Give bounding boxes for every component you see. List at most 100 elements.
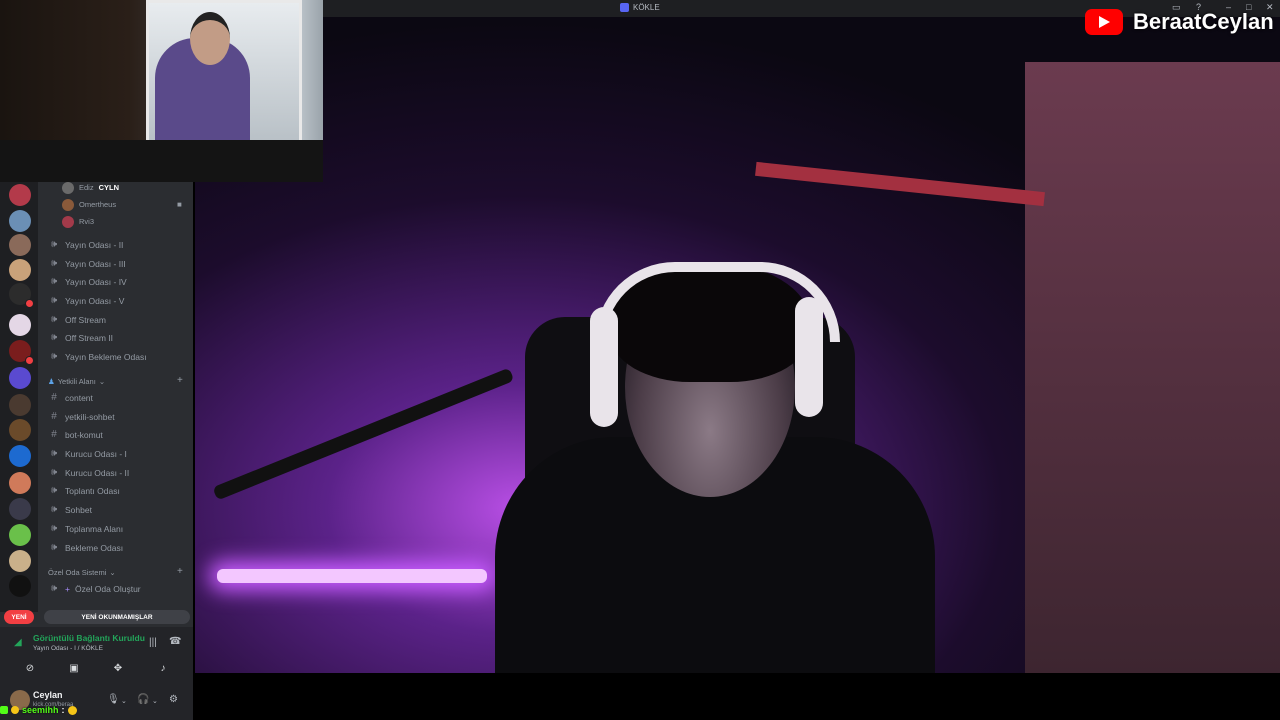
channel-name: BeraatCeylan — [1133, 9, 1274, 34]
chat-message: seemihh : — [0, 705, 77, 715]
unread-button[interactable]: YENİ OKUNMAMIŞLAR — [44, 610, 190, 624]
voice-channel[interactable]: 🕪 Toplantı Odası — [48, 482, 120, 499]
server-icon[interactable] — [9, 550, 31, 572]
server-icon[interactable] — [9, 234, 31, 256]
soundboard-button[interactable]: ♪ — [145, 657, 181, 679]
camera-off-icon: ⊘ — [25, 662, 35, 674]
channel-label: Yayın Odası - II — [65, 239, 124, 250]
webcam-person-head — [190, 12, 230, 65]
voice-channel[interactable]: 🕪 Yayın Bekleme Odası — [48, 348, 147, 365]
voice-channel[interactable]: 🕪 + Özel Oda Oluştur — [48, 580, 141, 597]
server-icon[interactable] — [9, 575, 31, 597]
server-icon[interactable] — [9, 524, 31, 546]
video-camera-icon: ■ — [177, 200, 182, 209]
voice-channel[interactable]: 🕪 Yayın Odası - III — [48, 255, 126, 272]
sub-badge-icon — [11, 706, 19, 714]
channel-label: Toplanma Alanı — [65, 523, 124, 534]
chat-username: seemihh — [22, 705, 59, 715]
member-name: Ediz — [79, 183, 94, 192]
server-icon[interactable] — [9, 259, 31, 281]
server-logo-icon — [620, 3, 629, 12]
youtube-channel-badge: BeraatCeylan — [1085, 9, 1274, 35]
notification-badge — [25, 299, 34, 308]
channel-label: Yayın Odası - III — [65, 258, 126, 269]
category-header[interactable]: ♟ Yetkili Alanı ⌄ — [48, 377, 105, 386]
voice-channel[interactable]: 🕪 Bekleme Odası — [48, 539, 123, 556]
speaker-icon: 🕪 — [50, 485, 58, 496]
chevron-down-icon: ⌄ — [109, 568, 116, 577]
server-icon[interactable] — [9, 394, 31, 416]
channel-label: content — [65, 392, 93, 403]
chevron-down-icon[interactable]: ⌄ — [121, 697, 127, 705]
settings-icon[interactable]: ⚙ — [169, 694, 178, 705]
speaker-icon: 🕪 — [50, 583, 58, 594]
voice-channel[interactable]: 🕪 Kurucu Odası - I — [48, 445, 127, 462]
noise-suppression-icon[interactable]: ||| — [149, 637, 157, 648]
notification-badge — [25, 356, 34, 365]
add-channel-icon[interactable]: + — [177, 375, 183, 386]
led-light — [217, 569, 487, 583]
background-shelf — [755, 161, 1045, 207]
speaker-icon: 🕪 — [50, 542, 58, 553]
channel-label: Yayın Odası - IV — [65, 276, 127, 287]
avatar — [62, 181, 74, 194]
voice-channel[interactable]: 🕪 Off Stream II — [48, 329, 113, 346]
voice-member[interactable]: Rvi3 — [62, 214, 94, 229]
channel-label: Kurucu Odası - I — [65, 448, 127, 459]
server-icon[interactable] — [9, 498, 31, 520]
channel-label: Kurucu Odası - II — [65, 467, 130, 478]
webcam-overlay — [0, 0, 323, 182]
headphones-icon[interactable]: 🎧 — [137, 694, 149, 705]
text-channel[interactable]: # bot-komut — [48, 426, 103, 443]
voice-member[interactable]: Ediz CYLN — [62, 180, 119, 195]
speaker-icon: 🕪 — [50, 351, 58, 362]
member-name: Omertheus — [79, 200, 117, 209]
chevron-down-icon[interactable]: ⌄ — [152, 697, 158, 705]
microphone-icon[interactable]: 🎙 — [107, 694, 120, 705]
camera-off-button[interactable]: ⊘ — [12, 657, 48, 679]
plus-icon: + — [65, 583, 70, 594]
voice-channel[interactable]: 🕪 Yayın Odası - IV — [48, 273, 127, 290]
hashtag-icon: # — [51, 411, 57, 422]
server-icon[interactable] — [9, 314, 31, 336]
window-title: KÖKLE — [620, 3, 660, 12]
voice-channel[interactable]: 🕪 Toplanma Alanı — [48, 520, 123, 537]
server-icon[interactable] — [9, 184, 31, 206]
category-label: Özel Oda Sistemi — [48, 568, 107, 577]
screen-share-button[interactable]: ▣ — [56, 657, 92, 679]
voice-connection-panel: ◢ Görüntülü Bağlantı Kuruldu Yayın Odası… — [0, 627, 193, 685]
voice-member[interactable]: Omertheus — [62, 197, 116, 212]
emoji-icon — [67, 705, 77, 715]
voice-channel[interactable]: 🕪 Kurucu Odası - II — [48, 464, 129, 481]
activities-icon: ✥ — [113, 662, 123, 674]
speaker-icon: 🕪 — [50, 448, 58, 459]
new-badge[interactable]: YENİ — [4, 610, 34, 624]
disconnect-icon[interactable]: ☎ — [169, 636, 181, 647]
background-wall — [1025, 62, 1280, 673]
voice-channel[interactable]: 🕪 Sohbet — [48, 501, 92, 518]
voice-location: Yayın Odası - I / KÖKLE — [33, 645, 103, 652]
server-icon[interactable] — [9, 367, 31, 389]
activities-button[interactable]: ✥ — [100, 657, 136, 679]
speaker-icon: 🕪 — [50, 523, 58, 534]
server-icon[interactable] — [9, 419, 31, 441]
discord-sidebar: Ediz CYLN Omertheus ■ Rvi3 🕪 Yayın Odası … — [0, 180, 193, 720]
voice-channel[interactable]: 🕪 Yayın Odası - II — [48, 236, 124, 253]
text-channel[interactable]: # yetkili-sohbet — [48, 408, 114, 425]
signal-icon[interactable]: ◢ — [14, 637, 22, 648]
category-label: Yetkili Alanı — [57, 377, 96, 386]
voice-channel[interactable]: 🕪 Off Stream — [48, 311, 106, 328]
server-icon[interactable] — [9, 445, 31, 467]
voice-status: Görüntülü Bağlantı Kuruldu — [33, 633, 145, 643]
server-icon[interactable] — [9, 472, 31, 494]
channel-label: Yayın Odası - V — [65, 295, 125, 306]
voice-channel[interactable]: 🕪 Yayın Odası - V — [48, 292, 125, 309]
youtube-icon — [1085, 9, 1123, 35]
speaker-icon: 🕪 — [50, 295, 58, 306]
speaker-icon: 🕪 — [50, 239, 58, 250]
text-channel[interactable]: # content — [48, 389, 93, 406]
category-header[interactable]: Özel Oda Sistemi ⌄ — [48, 568, 116, 577]
server-icon[interactable] — [9, 210, 31, 232]
add-channel-icon[interactable]: + — [177, 566, 183, 577]
window-title-text: KÖKLE — [633, 3, 660, 12]
